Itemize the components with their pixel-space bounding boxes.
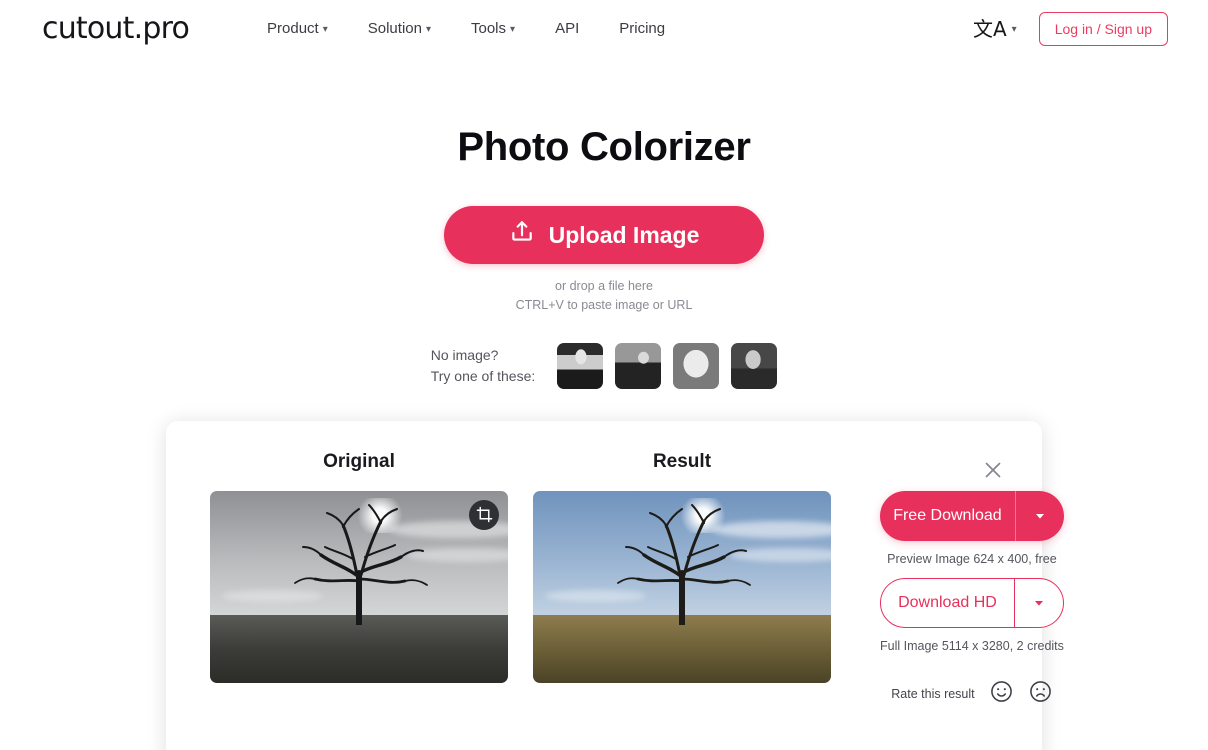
download-hd-label: Download HD [881,578,1015,627]
nav-item-label: Solution [367,20,422,37]
result-card-header: Original Result [210,450,1001,491]
original-scene [210,490,508,683]
rate-result-row: Rate this result [880,679,1064,709]
upload-hint-line2: CTRL+V to paste image or URL [515,297,693,312]
result-column-title: Result [652,450,712,472]
sample-thumbnail-4[interactable] [731,342,778,389]
translate-icon: 文A [972,16,1007,41]
nav-item-pricing[interactable]: Pricing [619,20,665,37]
smiley-face-icon[interactable] [989,679,1014,709]
sample-images-row: No image? Try one of these: [0,342,1208,389]
ground [533,615,831,683]
nav-item-api[interactable]: API [555,20,579,37]
sample-thumbnail-3[interactable] [673,342,720,389]
chevron-down-icon: ▾ [425,23,431,35]
login-signup-button[interactable]: Log in / Sign up [1038,11,1168,46]
site-header: cutout.pro Product ▾ Solution ▾ Tools ▾ … [0,0,1208,57]
sample-thumbnail-2[interactable] [615,342,662,389]
crop-icon[interactable] [469,499,499,530]
nav-item-label: Product [267,20,319,37]
upload-icon [509,219,535,251]
download-hd-caption: Full Image 5114 x 3280, 2 credits [880,638,1064,653]
nav-item-label: API [555,20,580,37]
upload-hint: or drop a file here CTRL+V to paste imag… [0,277,1208,315]
upload-button-label: Upload Image [548,221,700,248]
hero-section: Photo Colorizer Upload Image or drop a f… [0,125,1208,389]
nav-item-label: Tools [471,20,507,37]
page-title: Photo Colorizer [457,125,751,169]
sample-label-line1: No image? [430,347,499,364]
download-hd-button[interactable]: Download HD [880,577,1064,628]
result-card: Original Result Free Download Preview Im… [166,420,1064,750]
chevron-down-icon: ▾ [1011,23,1017,35]
main-navigation: Product ▾ Solution ▾ Tools ▾ API Pricing [267,20,665,37]
nav-item-tools[interactable]: Tools ▾ [471,20,515,37]
original-column-title: Original [323,450,395,472]
chevron-down-icon: ▾ [322,23,328,35]
sample-images-label: No image? Try one of these: [431,345,536,386]
ground [210,615,508,683]
nav-item-solution[interactable]: Solution ▾ [368,20,431,37]
original-image[interactable] [210,490,508,683]
result-card-body: Free Download Preview Image 624 x 400, f… [210,490,1064,709]
close-icon[interactable] [980,457,1006,483]
nav-item-label: Pricing [619,20,666,37]
result-image[interactable] [533,490,831,683]
rate-result-label: Rate this result [891,686,975,701]
download-actions: Free Download Preview Image 624 x 400, f… [880,490,1064,709]
chevron-down-icon: ▾ [510,23,516,35]
language-selector[interactable]: 文A ▾ [973,19,1017,39]
sample-thumbnail-1[interactable] [557,342,604,389]
tree-silhouette [617,503,751,625]
free-download-caption: Preview Image 624 x 400, free [887,551,1057,566]
free-download-label: Free Download [880,490,1016,541]
sample-label-line2: Try one of these: [430,367,536,384]
free-download-button[interactable]: Free Download [880,490,1064,541]
logo[interactable]: cutout.pro [42,11,190,46]
free-download-dropdown-icon[interactable] [1016,491,1064,541]
upload-hint-line1: or drop a file here [555,279,653,293]
result-scene [533,490,831,683]
nav-item-product[interactable]: Product ▾ [267,20,328,37]
upload-image-button[interactable]: Upload Image [444,206,764,264]
download-hd-dropdown-icon[interactable] [1015,579,1063,627]
tree-silhouette [294,503,428,625]
header-right: 文A ▾ Log in / Sign up [973,11,1168,46]
frowny-face-icon[interactable] [1028,679,1053,709]
